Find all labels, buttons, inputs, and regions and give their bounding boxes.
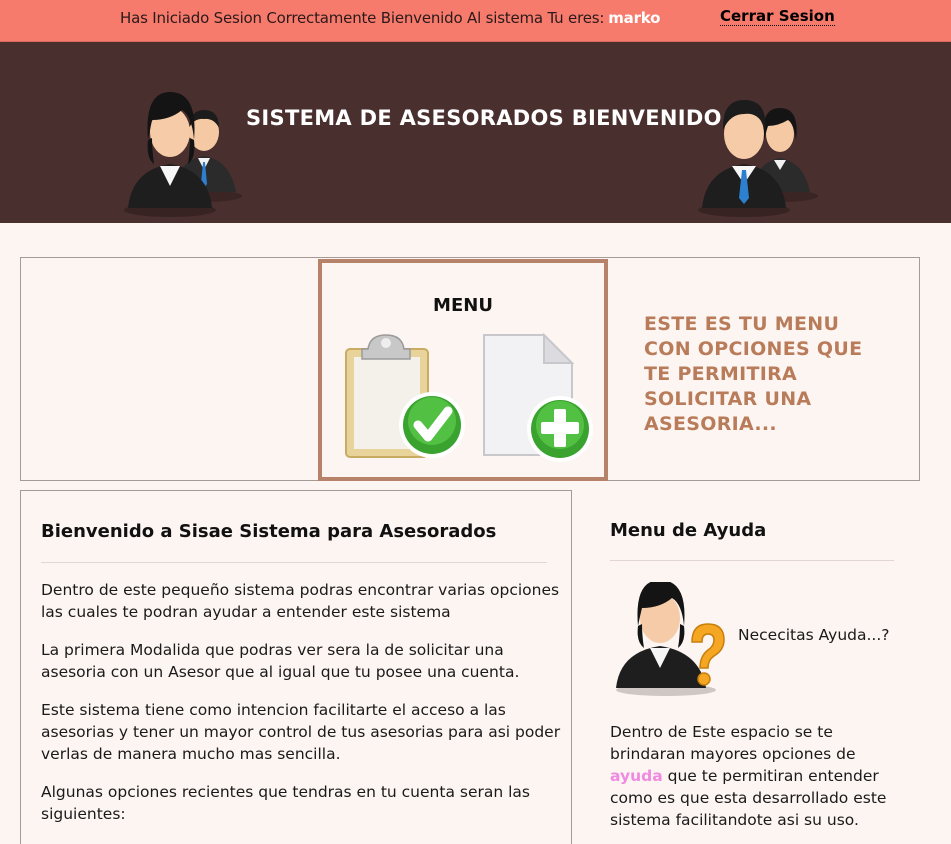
welcome-paragraph: La primera Modalida que podras ver sera … <box>41 641 520 681</box>
help-text-before: Dentro de Este espacio se te brindaran m… <box>610 723 856 763</box>
users-group-icon-right <box>698 100 818 217</box>
menu-frame: MENU <box>318 259 608 481</box>
header-banner: SISTEMA DE ASESORADOS BIENVENIDO <box>0 42 951 223</box>
help-text: Dentro de Este espacio se te brindaran m… <box>610 721 910 831</box>
help-link[interactable]: ayuda <box>610 767 663 785</box>
users-group-icon <box>124 92 242 217</box>
username: marko <box>608 9 661 27</box>
welcome-paragraph: Dentro de este pequeño sistema podras en… <box>41 581 560 621</box>
welcome-paragraph: Este sistema tiene como intencion facili… <box>41 701 561 763</box>
welcome-heading: Bienvenido a Sisae Sistema para Asesorad… <box>41 521 497 542</box>
help-heading: Menu de Ayuda <box>610 520 767 541</box>
new-document-add-icon[interactable] <box>480 331 598 463</box>
menu-title: MENU <box>433 295 493 316</box>
session-message: Has Iniciado Sesion Correctamente Bienve… <box>120 9 660 27</box>
divider <box>610 560 894 561</box>
help-question-icon <box>616 582 725 696</box>
help-question: Nececitas Ayuda...? <box>738 626 890 644</box>
welcome-panel: Bienvenido a Sisae Sistema para Asesorad… <box>20 490 572 844</box>
welcome-paragraph: Algunas opciones recientes que tendras e… <box>41 783 530 823</box>
clipboard-check-icon[interactable] <box>340 331 470 463</box>
logout-link[interactable]: Cerrar Sesion <box>720 8 835 26</box>
session-bar: Has Iniciado Sesion Correctamente Bienve… <box>0 0 951 42</box>
session-message-text: Has Iniciado Sesion Correctamente Bienve… <box>120 9 605 27</box>
menu-description: ESTE ES TU MENU CON OPCIONES QUE TE PERM… <box>644 313 863 435</box>
header-title: SISTEMA DE ASESORADOS BIENVENIDO <box>246 106 722 130</box>
divider <box>41 562 547 563</box>
